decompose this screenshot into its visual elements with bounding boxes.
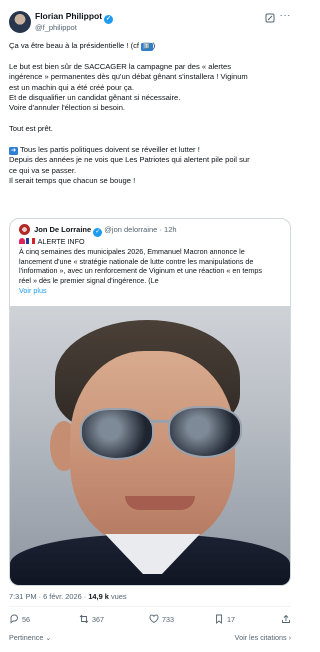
siren-emoji-icon xyxy=(19,238,25,244)
reply-icon xyxy=(10,614,18,624)
quoted-author-name: Jon De Lorraine xyxy=(34,225,92,234)
tweet-para-4-line: Depuis des années je ne vois que Les Pat… xyxy=(9,155,250,165)
views-count: 14,9 k xyxy=(88,592,109,601)
tweet-para-2-line: ingérence » permanentes dès qu'un débat … xyxy=(9,72,248,82)
tweet: Florian Philippot ✓ @f_philippot ··· Ça v… xyxy=(0,0,300,652)
keycap-one-emoji: 1️⃣ xyxy=(141,43,153,51)
tweet-para-2-line: Et de disqualifier un candidat gênant si… xyxy=(9,93,181,103)
author-name-text[interactable]: Florian Philippot xyxy=(35,11,102,21)
tweet-para-4-line: ➜ Tous les partis politiques doivent se r… xyxy=(9,145,200,156)
like-button[interactable]: 733 xyxy=(149,614,174,624)
show-more-link[interactable]: Voir plus xyxy=(19,286,281,296)
like-count: 733 xyxy=(162,614,174,624)
repost-count: 367 xyxy=(92,614,104,624)
heart-icon xyxy=(149,614,159,624)
verified-badge-icon: ✓ xyxy=(93,228,103,237)
divider xyxy=(9,606,291,607)
views-label: vues xyxy=(110,592,127,601)
action-bar: 56 367 733 17 xyxy=(9,614,291,628)
tweet-para-2-line: est un machin qui a été créé pour ça. xyxy=(9,82,134,92)
france-flag-icon xyxy=(26,238,35,244)
share-button[interactable] xyxy=(281,614,291,624)
tweet-para-2-line: Voire d'annuler l'élection si besoin. xyxy=(9,103,126,113)
author-handle[interactable]: @f_philippot xyxy=(35,23,77,32)
quoted-photo[interactable] xyxy=(10,306,290,585)
verified-badge-icon: ✓ xyxy=(104,15,114,24)
quoted-tweet-text: ALERTE INFO À cinq semaines des municipa… xyxy=(19,237,281,296)
post-time[interactable]: 7:31 PM xyxy=(9,592,37,601)
tweet-body: Ça va être beau à la présidentielle ! (c… xyxy=(9,41,293,187)
tweet-para-3: Tout est prêt. xyxy=(9,124,53,134)
timestamp: 7:31 PM · 6 févr. 2026 · 14,9 k vues xyxy=(9,592,127,601)
post-date[interactable]: 6 févr. 2026 xyxy=(43,592,82,601)
quoted-tweet-header: Jon De Lorraine ✓ @jon delorraine · 12h xyxy=(19,224,177,237)
tweet-para-4-line: ce qui va se passer. xyxy=(9,165,77,175)
tweet-line-1: Ça va être beau à la présidentielle ! (c… xyxy=(9,41,156,51)
reply-button[interactable]: 56 xyxy=(9,614,30,624)
quoted-line: À cinq semaines des municipales 2026, Em… xyxy=(19,246,245,256)
view-quotes-link[interactable]: Voir les citations › xyxy=(235,633,291,642)
arrow-right-emoji-icon: ➜ xyxy=(9,147,18,156)
quoted-tweet-card[interactable]: Jon De Lorraine ✓ @jon delorraine · 12h A… xyxy=(9,218,291,586)
quoted-time: 12h xyxy=(164,225,177,234)
bookmark-count: 17 xyxy=(227,614,235,624)
sort-relevance-button[interactable]: Pertinence ⌄ xyxy=(9,633,51,642)
quoted-avatar xyxy=(19,224,30,235)
bookmark-icon xyxy=(216,614,222,624)
quoted-line: l'information », avec un renforcement de… xyxy=(19,266,262,276)
replies-footer: Pertinence ⌄ Voir les citations › xyxy=(9,633,291,645)
tweet-para-4-line: Il serait temps que chacun se bouge ! xyxy=(9,176,136,186)
bookmark-button[interactable]: 17 xyxy=(214,614,235,624)
quoted-author-handle: @jon delorraine xyxy=(104,225,158,234)
share-icon xyxy=(282,614,290,623)
quoted-line: lancement d'une « stratégie nationale de… xyxy=(19,256,254,266)
grok-icon[interactable] xyxy=(265,13,275,23)
repost-icon xyxy=(79,614,89,624)
quoted-alert-line: ALERTE INFO xyxy=(19,237,281,247)
tweet-para-2-line: Le but est bien sûr de SACCAGER la campa… xyxy=(9,61,232,71)
reply-count: 56 xyxy=(22,614,30,624)
tweet-header: Florian Philippot ✓ @f_philippot ··· xyxy=(9,9,291,41)
quoted-line: réel » dès le premier signal d'ingérence… xyxy=(19,276,159,286)
more-options-icon[interactable]: ··· xyxy=(280,10,292,21)
avatar[interactable] xyxy=(9,11,31,33)
repost-button[interactable]: 367 xyxy=(79,614,104,624)
